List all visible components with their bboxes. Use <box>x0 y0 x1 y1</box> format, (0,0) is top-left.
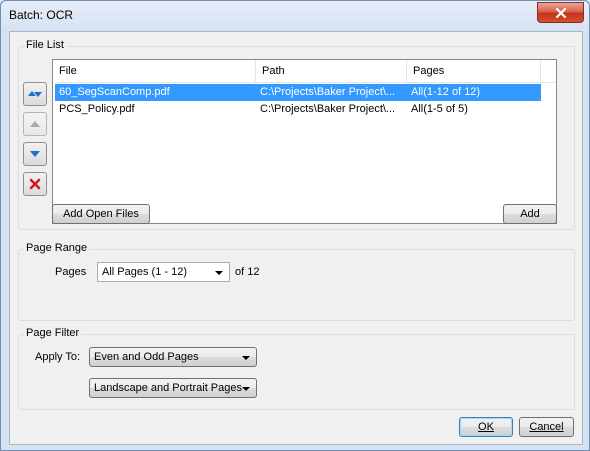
table-row[interactable]: PCS_Policy.pdf C:\Projects\Baker Project… <box>55 101 541 118</box>
column-header-path[interactable]: Path <box>256 60 407 82</box>
arrow-down-icon <box>30 151 40 157</box>
add-button[interactable]: Add <box>503 204 557 224</box>
cancel-button[interactable]: Cancel <box>519 417 574 437</box>
dialog-window: Batch: OCR File List File Path Pages 60_… <box>0 0 590 451</box>
file-name-cell: PCS_Policy.pdf <box>59 103 135 115</box>
move-to-top-icon <box>28 91 42 97</box>
page-range-select[interactable]: All Pages (1 - 12) <box>97 262 230 282</box>
file-path-cell: C:\Projects\Baker Project\... <box>260 86 396 98</box>
close-button[interactable] <box>537 2 584 23</box>
file-pages-cell: All(1-5 of 5) <box>411 103 468 115</box>
chevron-down-icon <box>242 387 250 391</box>
title-bar[interactable]: Batch: OCR <box>1 1 589 29</box>
file-name-cell: 60_SegScanComp.pdf <box>59 86 170 98</box>
arrow-up-icon <box>30 121 40 127</box>
page-range-group <box>18 249 575 321</box>
apply-to-label: Apply To: <box>35 351 81 363</box>
page-parity-select[interactable]: Even and Odd Pages <box>89 347 257 367</box>
ok-button-label: OK <box>478 421 494 433</box>
cancel-button-label: Cancel <box>529 421 564 433</box>
page-range-value: All Pages (1 - 12) <box>102 266 187 278</box>
page-orientation-value: Landscape and Portrait Pages <box>94 382 242 394</box>
page-parity-value: Even and Odd Pages <box>94 351 199 363</box>
file-list-group-label: File List <box>24 39 66 51</box>
column-header-pages[interactable]: Pages <box>407 60 541 82</box>
file-pages-cell: All(1-12 of 12) <box>411 86 481 98</box>
column-header-file[interactable]: File <box>53 60 256 82</box>
chevron-down-icon <box>215 271 223 275</box>
dialog-content: File List File Path Pages 60_SegScanComp… <box>9 31 583 445</box>
move-to-top-button[interactable] <box>23 82 47 106</box>
move-down-button[interactable] <box>23 142 47 166</box>
close-icon <box>555 7 566 18</box>
chevron-down-icon <box>242 356 250 360</box>
ok-button[interactable]: OK <box>459 417 513 437</box>
move-up-button[interactable] <box>23 112 47 136</box>
add-open-files-button[interactable]: Add Open Files <box>52 204 150 224</box>
page-orientation-select[interactable]: Landscape and Portrait Pages <box>89 378 257 398</box>
table-row[interactable]: 60_SegScanComp.pdf C:\Projects\Baker Pro… <box>55 84 541 101</box>
delete-icon <box>29 178 41 190</box>
window-title: Batch: OCR <box>9 8 74 22</box>
file-list-view[interactable]: File Path Pages 60_SegScanComp.pdf C:\Pr… <box>52 59 557 224</box>
page-count-text: of 12 <box>235 266 260 278</box>
file-list-header: File Path Pages <box>53 60 556 83</box>
file-path-cell: C:\Projects\Baker Project\... <box>260 103 396 115</box>
pages-label: Pages <box>55 266 87 278</box>
page-range-group-label: Page Range <box>24 242 90 254</box>
remove-file-button[interactable] <box>23 172 47 196</box>
page-filter-group-label: Page Filter <box>24 327 82 339</box>
page-filter-group <box>18 334 575 410</box>
